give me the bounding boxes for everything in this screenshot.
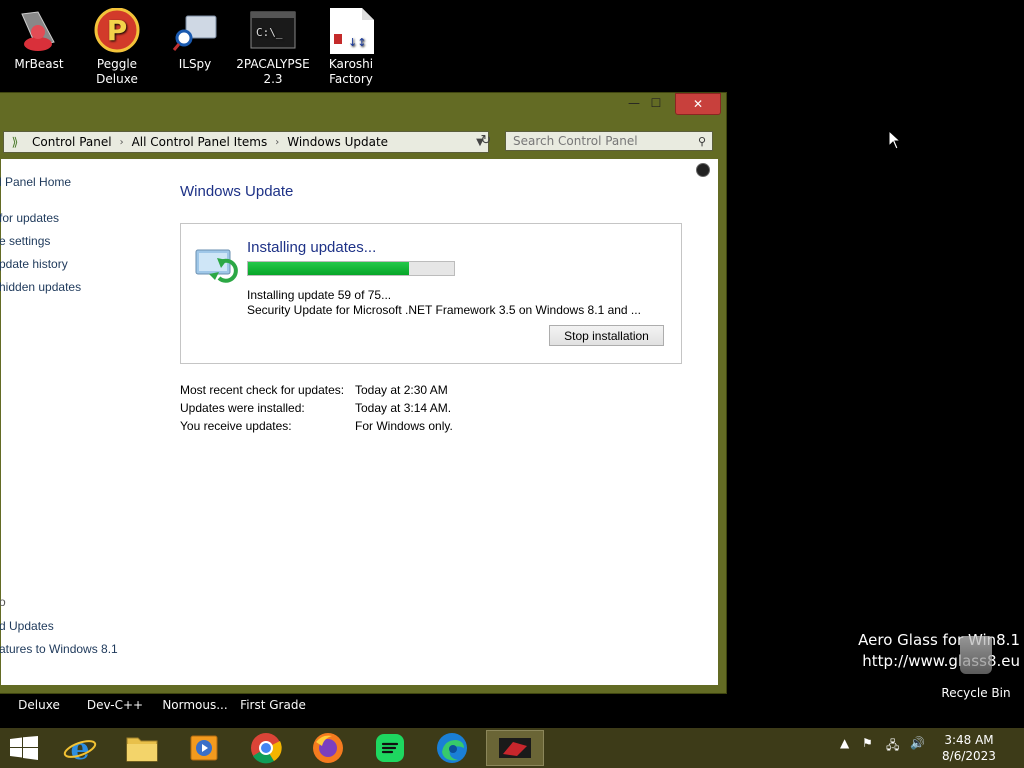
firefox-icon[interactable] bbox=[302, 730, 354, 766]
current-update-text: Security Update for Microsoft .NET Frame… bbox=[247, 303, 641, 317]
network-icon[interactable]: 🖧 bbox=[886, 736, 899, 757]
peggle-icon: P bbox=[94, 7, 140, 54]
desktop-icon-karoshi-factory[interactable]: ↓↕ Karoshi Factory bbox=[312, 8, 390, 87]
info-value: Today at 2:30 AM bbox=[355, 383, 448, 397]
breadcrumb-separator-icon[interactable]: › bbox=[273, 137, 281, 148]
refresh-icon[interactable]: ↻ bbox=[475, 131, 497, 151]
maximize-button[interactable]: ☐ bbox=[645, 93, 667, 113]
desktop-icon-mrbeast[interactable]: MrBeast bbox=[0, 8, 78, 72]
taskbar: e ▲ ⚑ 🖧 🔊 bbox=[0, 728, 1024, 768]
breadcrumb-windows-update[interactable]: Windows Update bbox=[281, 135, 394, 149]
file-explorer-icon[interactable] bbox=[116, 730, 168, 766]
close-button[interactable]: ✕ bbox=[675, 93, 721, 115]
game-window-icon[interactable] bbox=[486, 730, 544, 766]
desktop: MrBeast P Peggle Deluxe ILSpy C:\_ 2PACA… bbox=[0, 0, 1024, 728]
breadcrumb-control-panel[interactable]: Control Panel bbox=[26, 135, 118, 149]
svg-text:e: e bbox=[70, 732, 89, 765]
desktop-icon-label: Peggle Deluxe bbox=[96, 57, 138, 86]
desktop-icon-peggle[interactable]: P Peggle Deluxe bbox=[78, 7, 156, 87]
desktop-icon-recycle-bin[interactable]: Recycle Bin bbox=[938, 636, 1014, 700]
desktop-icon-label: 2PACALYPSE 2.3 bbox=[236, 57, 310, 86]
svg-text:↓↕: ↓↕ bbox=[348, 36, 366, 49]
search-input[interactable]: Search Control Panel ⚲ bbox=[505, 131, 713, 151]
installed-updates-link[interactable]: d Updates bbox=[0, 619, 54, 633]
info-label: You receive updates: bbox=[180, 419, 292, 433]
ilspy-icon bbox=[172, 8, 218, 54]
info-value: Today at 3:14 AM. bbox=[355, 401, 452, 415]
check-for-updates-link[interactable]: for updates bbox=[0, 211, 59, 225]
volume-icon[interactable]: 🔊 bbox=[910, 736, 925, 750]
address-bar[interactable]: ⟫ Control Panel › All Control Panel Item… bbox=[3, 131, 489, 153]
desktop-icon-label: MrBeast bbox=[14, 57, 64, 71]
see-also-heading: o bbox=[0, 595, 6, 609]
install-status-text: Installing update 59 of 75... bbox=[247, 288, 392, 302]
breadcrumb-separator-icon[interactable]: › bbox=[118, 137, 126, 148]
info-value: For Windows only. bbox=[355, 419, 453, 433]
desktop-icon-ilspy[interactable]: ILSpy bbox=[156, 8, 234, 72]
clock-date: 8/6/2023 bbox=[942, 749, 996, 763]
media-player-icon[interactable] bbox=[178, 730, 230, 766]
start-button[interactable] bbox=[10, 736, 38, 760]
content-area: l Panel Home for updates e settings pdat… bbox=[0, 159, 718, 685]
clock-time: 3:48 AM bbox=[944, 733, 994, 747]
mrbeast-icon bbox=[16, 8, 62, 54]
info-label: Most recent check for updates: bbox=[180, 383, 345, 397]
title-bar[interactable]: — ☐ ✕ bbox=[0, 93, 726, 119]
install-progress-bar bbox=[247, 261, 455, 276]
control-panel-window: — ☐ ✕ ⟫ Control Panel › All Control Pane… bbox=[0, 92, 727, 694]
taskbar-clock[interactable]: 3:48 AM 8/6/2023 bbox=[938, 732, 1000, 764]
desktop-icon-label: Karoshi Factory bbox=[328, 57, 374, 86]
breadcrumb-all-items[interactable]: All Control Panel Items bbox=[126, 135, 274, 149]
info-label: Updates were installed: bbox=[180, 401, 305, 415]
terminal-icon: C:\_ bbox=[250, 8, 296, 54]
desktop-icon-label-partial[interactable]: First Grade bbox=[228, 698, 318, 713]
spotify-icon[interactable] bbox=[364, 730, 416, 766]
page-title: Windows Update bbox=[180, 183, 294, 200]
installing-updates-title: Installing updates... bbox=[247, 239, 377, 256]
control-panel-home-link[interactable]: l Panel Home bbox=[0, 175, 71, 189]
view-update-history-link[interactable]: pdate history bbox=[0, 257, 68, 271]
edge-icon[interactable] bbox=[426, 730, 478, 766]
desktop-icon-label: Recycle Bin bbox=[941, 686, 1011, 700]
mouse-cursor-icon bbox=[888, 130, 902, 150]
restore-hidden-updates-link[interactable]: hidden updates bbox=[0, 280, 81, 294]
show-hidden-icons-icon[interactable]: ▲ bbox=[840, 736, 849, 750]
svg-text:P: P bbox=[107, 14, 128, 47]
change-settings-link[interactable]: e settings bbox=[0, 234, 50, 248]
action-center-flag-icon[interactable]: ⚑ bbox=[862, 736, 873, 750]
windows-update-icon bbox=[195, 249, 238, 283]
installation-status-panel: Installing updates... Installing update … bbox=[180, 223, 682, 364]
search-placeholder: Search Control Panel bbox=[513, 134, 638, 148]
recycle-bin-icon bbox=[960, 636, 992, 674]
desktop-icon-label-partial[interactable]: Dev-C++ bbox=[70, 698, 160, 713]
document-icon: ↓↕ bbox=[328, 8, 374, 54]
add-features-link[interactable]: atures to Windows 8.1 bbox=[0, 642, 118, 656]
svg-text:C:\_: C:\_ bbox=[256, 26, 283, 39]
chrome-icon[interactable] bbox=[240, 730, 292, 766]
internet-explorer-icon[interactable]: e bbox=[54, 730, 106, 766]
minimize-button[interactable]: — bbox=[623, 93, 645, 113]
desktop-icon-label: ILSpy bbox=[178, 57, 212, 71]
search-icon[interactable]: ⚲ bbox=[698, 135, 706, 148]
help-icon[interactable] bbox=[696, 163, 710, 177]
control-panel-icon: ⟫ bbox=[11, 135, 19, 149]
desktop-icon-label-partial[interactable]: Normous... bbox=[150, 698, 240, 713]
progress-fill bbox=[248, 262, 409, 275]
stop-installation-button[interactable]: Stop installation bbox=[549, 325, 664, 346]
left-navigation: l Panel Home for updates e settings pdat… bbox=[0, 159, 171, 685]
desktop-icon-2pacalypse[interactable]: C:\_ 2PACALYPSE 2.3 bbox=[234, 8, 312, 87]
